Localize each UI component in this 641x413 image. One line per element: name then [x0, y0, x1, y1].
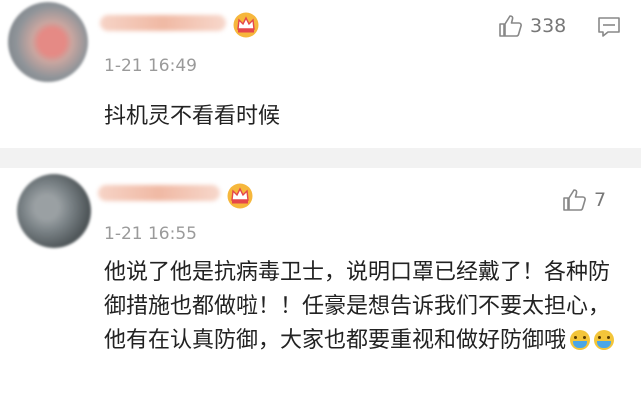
comment-text: 他说了他是抗病毒卫士，说明口罩已经戴了！各种防御措施也都做啦！！任豪是想告诉我们… [104, 256, 624, 358]
like-count: 338 [530, 15, 567, 37]
emoji-row [566, 324, 615, 358]
comment-text: 抖机灵不看看时候 [104, 104, 281, 129]
avatar[interactable] [17, 174, 91, 248]
emoji-mask-icon [570, 330, 591, 350]
comment-time: 1-21 16:49 [104, 56, 197, 76]
thumbs-up-icon [563, 189, 586, 211]
comment-card-1: 1-21 16:49 抖机灵不看看时候 338 [0, 0, 641, 148]
username-blurred[interactable] [100, 15, 226, 31]
crown-icon [233, 12, 259, 38]
like-count: 7 [594, 189, 607, 211]
emoji-mask-icon [594, 330, 615, 350]
thumbs-up-icon [499, 15, 522, 37]
like-button[interactable]: 338 [496, 12, 566, 40]
username-blurred[interactable] [98, 185, 220, 201]
comment-time: 1-21 16:55 [104, 224, 197, 244]
crown-icon [227, 183, 253, 209]
comment-text-body: 他说了他是抗病毒卫士，说明口罩已经戴了！各种防御措施也都做啦！！任豪是想告诉我们… [104, 260, 611, 353]
comment-icon[interactable] [596, 14, 622, 40]
avatar[interactable] [8, 2, 88, 82]
like-button[interactable]: 7 [560, 186, 606, 214]
